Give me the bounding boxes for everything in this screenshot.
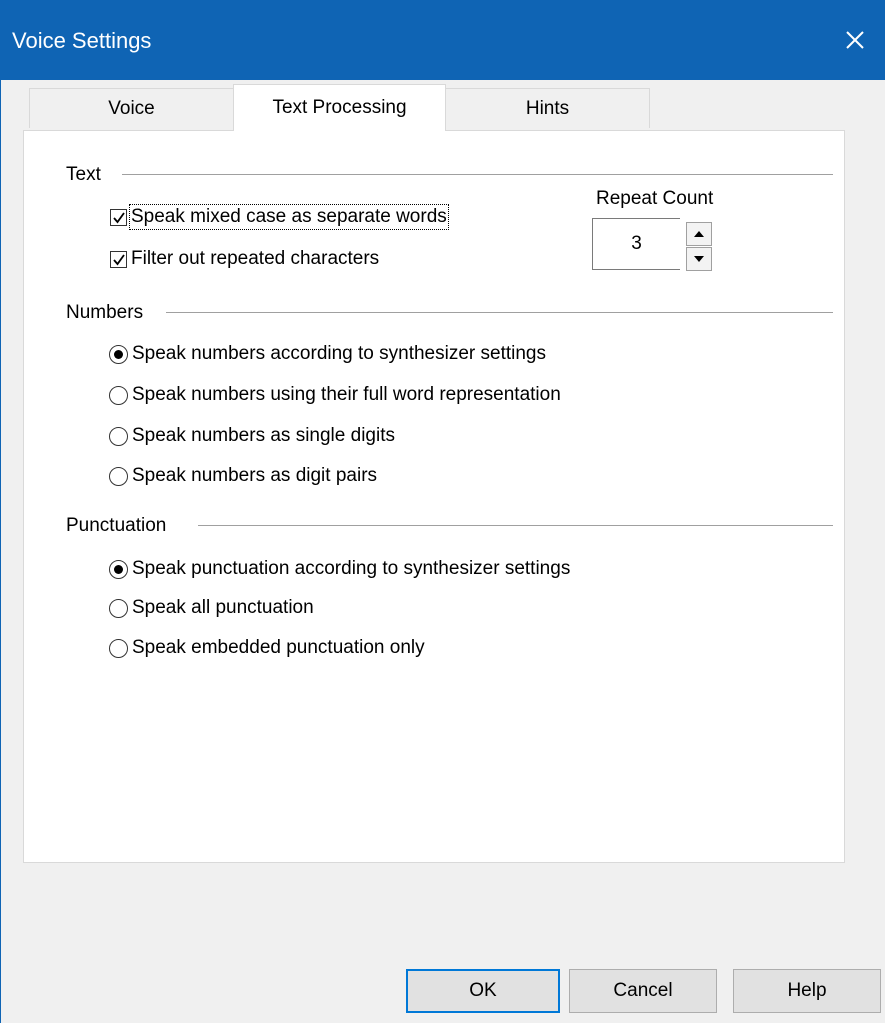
radio-circle	[109, 385, 128, 405]
checkmark-icon	[113, 253, 125, 265]
radio-circle	[109, 426, 128, 446]
punctuation-synth-label: Speak punctuation according to synthesiz…	[132, 558, 571, 579]
radio-dot	[114, 564, 123, 574]
tab-label: Hints	[525, 97, 570, 119]
spin-up-button[interactable]	[686, 222, 712, 246]
repeat-count-value: 3	[631, 233, 642, 254]
close-icon	[846, 31, 864, 49]
help-button-label: Help	[787, 980, 827, 1001]
punctuation-embedded-label: Speak embedded punctuation only	[132, 637, 425, 658]
radio-circle	[109, 598, 128, 618]
title-bar: Voice Settings	[0, 0, 885, 80]
tab-label: Text Processing	[272, 97, 407, 118]
cancel-button[interactable]: Cancel	[569, 969, 717, 1013]
window-title: Voice Settings	[12, 28, 152, 53]
filter-repeated-checkbox[interactable]: Filter out repeated characters	[110, 248, 379, 270]
mixed-case-checkbox[interactable]: Speak mixed case as separate words	[110, 204, 449, 230]
text-group-label: Text	[66, 164, 115, 186]
radio-circle	[109, 466, 128, 486]
checkmark-icon	[113, 211, 125, 223]
checkbox-box	[110, 208, 127, 226]
tab-label: Voice	[108, 97, 155, 119]
repeat-count-label: Repeat Count	[596, 188, 714, 209]
numbers-group-divider	[166, 312, 833, 313]
tab-panel	[23, 130, 845, 863]
numbers-full-word-radio[interactable]: Speak numbers using their full word repr…	[109, 384, 561, 406]
tab-voice[interactable]: Voice	[29, 88, 234, 128]
numbers-full-word-label: Speak numbers using their full word repr…	[132, 384, 561, 405]
mixed-case-label: Speak mixed case as separate words	[129, 204, 449, 230]
close-button[interactable]	[825, 10, 885, 70]
numbers-single-digits-label: Speak numbers as single digits	[132, 425, 395, 446]
radio-circle	[109, 344, 128, 364]
radio-circle	[109, 638, 128, 658]
text-group-divider	[122, 174, 833, 175]
arrow-up-icon	[694, 231, 704, 237]
numbers-digit-pairs-label: Speak numbers as digit pairs	[132, 465, 378, 486]
filter-repeated-label: Filter out repeated characters	[131, 248, 380, 269]
help-button[interactable]: Help	[733, 969, 881, 1013]
punctuation-synth-radio[interactable]: Speak punctuation according to synthesiz…	[109, 558, 570, 580]
radio-circle	[109, 559, 128, 579]
numbers-digit-pairs-radio[interactable]: Speak numbers as digit pairs	[109, 465, 377, 487]
ok-button-label: OK	[469, 980, 497, 1001]
punctuation-group-divider	[198, 525, 833, 526]
numbers-synth-radio[interactable]: Speak numbers according to synthesizer s…	[109, 343, 546, 365]
punctuation-embedded-radio[interactable]: Speak embedded punctuation only	[109, 637, 425, 659]
spin-down-button[interactable]	[686, 247, 712, 271]
numbers-group-label: Numbers	[66, 302, 158, 324]
ok-button[interactable]: OK	[406, 969, 560, 1013]
punctuation-all-label: Speak all punctuation	[132, 597, 314, 618]
radio-dot	[114, 349, 123, 359]
numbers-synth-label: Speak numbers according to synthesizer s…	[132, 343, 546, 364]
repeat-count-input[interactable]: 3	[592, 218, 680, 270]
punctuation-all-radio[interactable]: Speak all punctuation	[109, 597, 314, 619]
tab-hints[interactable]: Hints	[445, 88, 650, 128]
punctuation-group-label: Punctuation	[66, 515, 181, 537]
cancel-button-label: Cancel	[613, 980, 673, 1001]
arrow-down-icon	[694, 256, 704, 262]
checkbox-box	[110, 250, 127, 268]
tab-text-processing[interactable]: Text Processing	[233, 84, 446, 131]
numbers-single-digits-radio[interactable]: Speak numbers as single digits	[109, 425, 395, 447]
